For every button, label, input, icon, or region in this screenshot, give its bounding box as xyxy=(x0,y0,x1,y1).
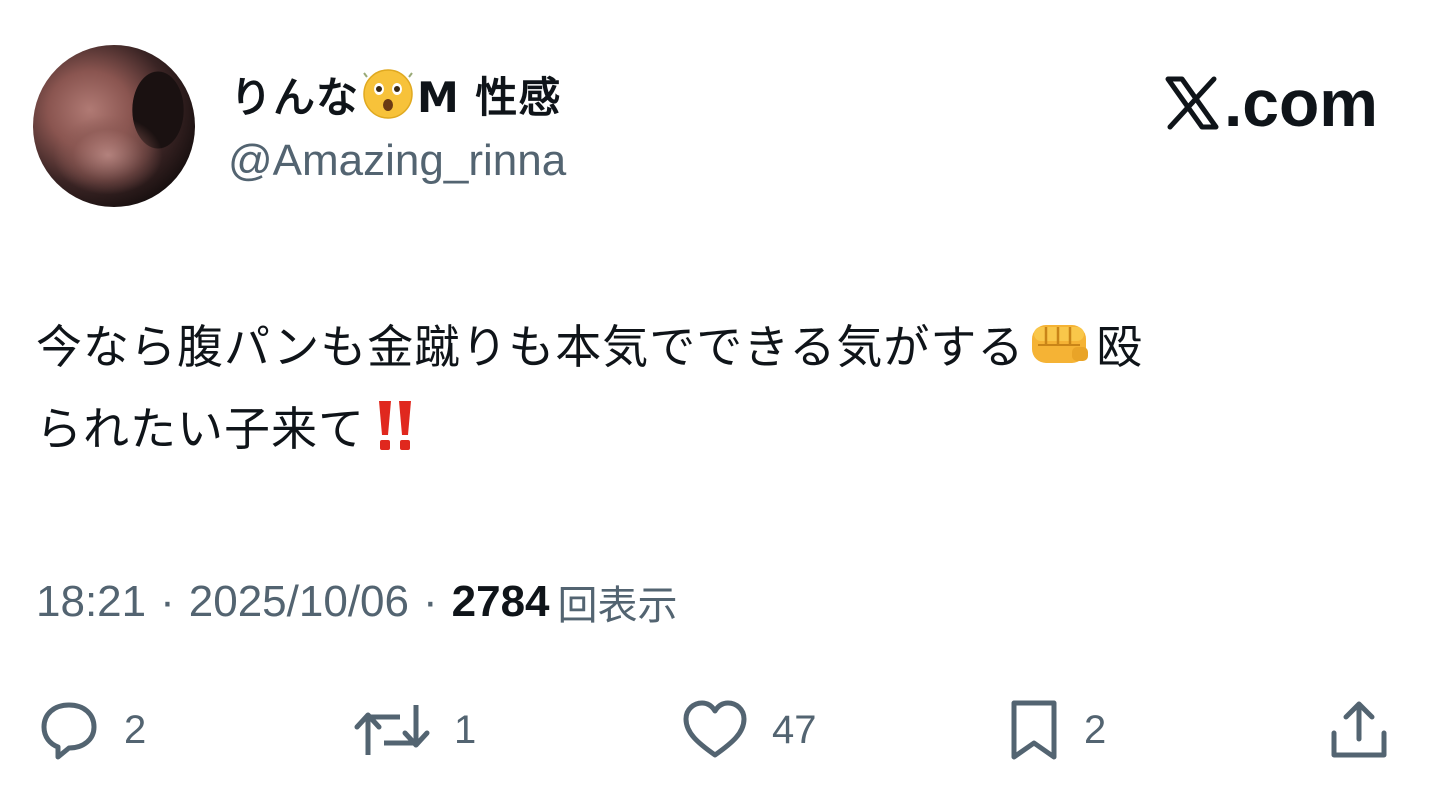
meta-separator: · xyxy=(160,577,175,626)
meta-separator: · xyxy=(422,577,438,626)
oncoming-fist-icon xyxy=(1032,325,1089,363)
reply-button[interactable]: 2 xyxy=(36,690,146,770)
reply-icon xyxy=(41,702,97,760)
like-button[interactable]: 47 xyxy=(680,690,817,770)
bookmark-icon xyxy=(1011,700,1057,760)
action-bar: 2 1 47 2 xyxy=(0,690,1440,770)
like-count: 47 xyxy=(772,707,817,752)
tweet-text-line1: 今なら腹パンも金蹴りも本気でできる気がする xyxy=(36,320,1025,374)
heart-icon xyxy=(683,700,747,758)
share-button[interactable] xyxy=(1324,690,1394,770)
x-logo-icon xyxy=(1165,76,1219,130)
avatar[interactable] xyxy=(33,45,195,207)
display-name-suffix: M 性感 xyxy=(417,72,562,122)
repost-count: 1 xyxy=(454,707,477,752)
user-handle[interactable]: @Amazing_rinna xyxy=(228,136,566,186)
astonished-face-icon xyxy=(363,69,413,119)
double-exclamation-icon xyxy=(379,401,411,450)
tweet-date[interactable]: 2025/10/06 xyxy=(189,577,409,627)
bookmark-count: 2 xyxy=(1084,707,1107,752)
repost-icon xyxy=(354,705,430,755)
display-name[interactable]: りんな M 性感 xyxy=(230,66,561,122)
views-label: 回表示 xyxy=(557,583,678,629)
tweet-meta: 18:21 · 2025/10/06 · 2784 回表示 xyxy=(36,572,678,632)
reply-count: 2 xyxy=(124,707,147,752)
tweet-text: 今なら腹パンも金蹴りも本気でできる気がする 殴 られたい子来て xyxy=(36,306,1416,470)
tweet-text-line1-end: 殴 xyxy=(1096,320,1144,374)
views-count: 2784 xyxy=(451,577,550,626)
tweet-text-line2: られたい子来て xyxy=(36,402,365,456)
display-name-text: りんな xyxy=(230,72,360,122)
repost-button[interactable]: 1 xyxy=(352,690,476,770)
share-icon xyxy=(1331,701,1387,758)
brand-domain: .com xyxy=(1223,66,1378,140)
bookmark-button[interactable]: 2 xyxy=(1006,690,1106,770)
tweet-time[interactable]: 18:21 xyxy=(36,577,146,627)
brand-logo: .com xyxy=(1162,66,1378,140)
